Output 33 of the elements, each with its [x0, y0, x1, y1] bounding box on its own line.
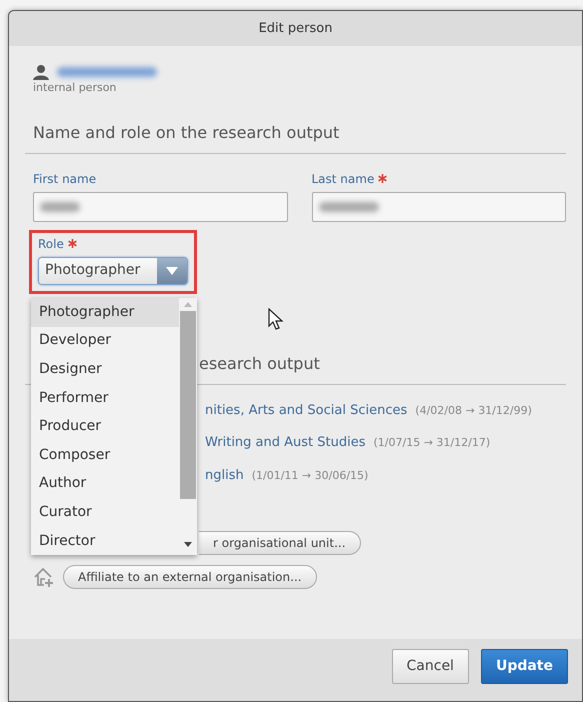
person-icon — [33, 64, 49, 80]
cursor-icon — [268, 308, 284, 330]
dropdown-option[interactable]: Author — [31, 470, 179, 498]
first-name-field[interactable] — [33, 192, 288, 222]
dropdown-option[interactable]: Curator — [31, 498, 179, 527]
section-heading: Name and role on the research output — [25, 120, 566, 154]
dropdown-option[interactable]: Designer — [31, 355, 179, 384]
dropdown-option[interactable]: Performer — [31, 384, 179, 412]
affiliation-dates: (4/02/08 → 31/12/99) — [415, 402, 532, 418]
field-label: Role — [38, 236, 64, 252]
role-select[interactable]: Photographer — [38, 256, 188, 284]
affiliation-link[interactable]: Writing and Aust Studies — [205, 433, 366, 452]
field-label: First name — [33, 170, 96, 188]
scroll-down-icon[interactable] — [184, 542, 192, 547]
cancel-button[interactable]: Cancel — [392, 648, 469, 684]
affiliate-button[interactable]: Affiliate to an external organisation... — [63, 565, 317, 589]
affiliation-dates: (1/07/15 → 31/12/17) — [374, 435, 490, 451]
window-title: Edit person — [9, 11, 582, 46]
affiliation-link[interactable]: nglish — [205, 466, 244, 485]
dropdown-option[interactable]: Producer — [31, 412, 179, 441]
field-label: Last name — [312, 170, 374, 188]
dropdown-option[interactable]: Photographer — [31, 298, 179, 327]
caret-icon — [166, 266, 178, 274]
last-name-field[interactable] — [312, 192, 566, 222]
person-type: internal person — [33, 80, 118, 96]
dropdown-option[interactable]: Composer — [31, 440, 179, 470]
scroll-up-icon[interactable] — [184, 302, 192, 307]
update-button[interactable]: Update — [480, 648, 568, 684]
dropdown-option[interactable]: Director — [31, 526, 179, 556]
affiliation-dates: (1/01/11 → 30/06/15) — [252, 468, 368, 484]
affiliate-button[interactable]: r organisational unit... — [199, 531, 361, 555]
affiliation-link[interactable]: nities, Arts and Social Sciences — [205, 400, 408, 420]
house-add-icon — [33, 566, 55, 588]
